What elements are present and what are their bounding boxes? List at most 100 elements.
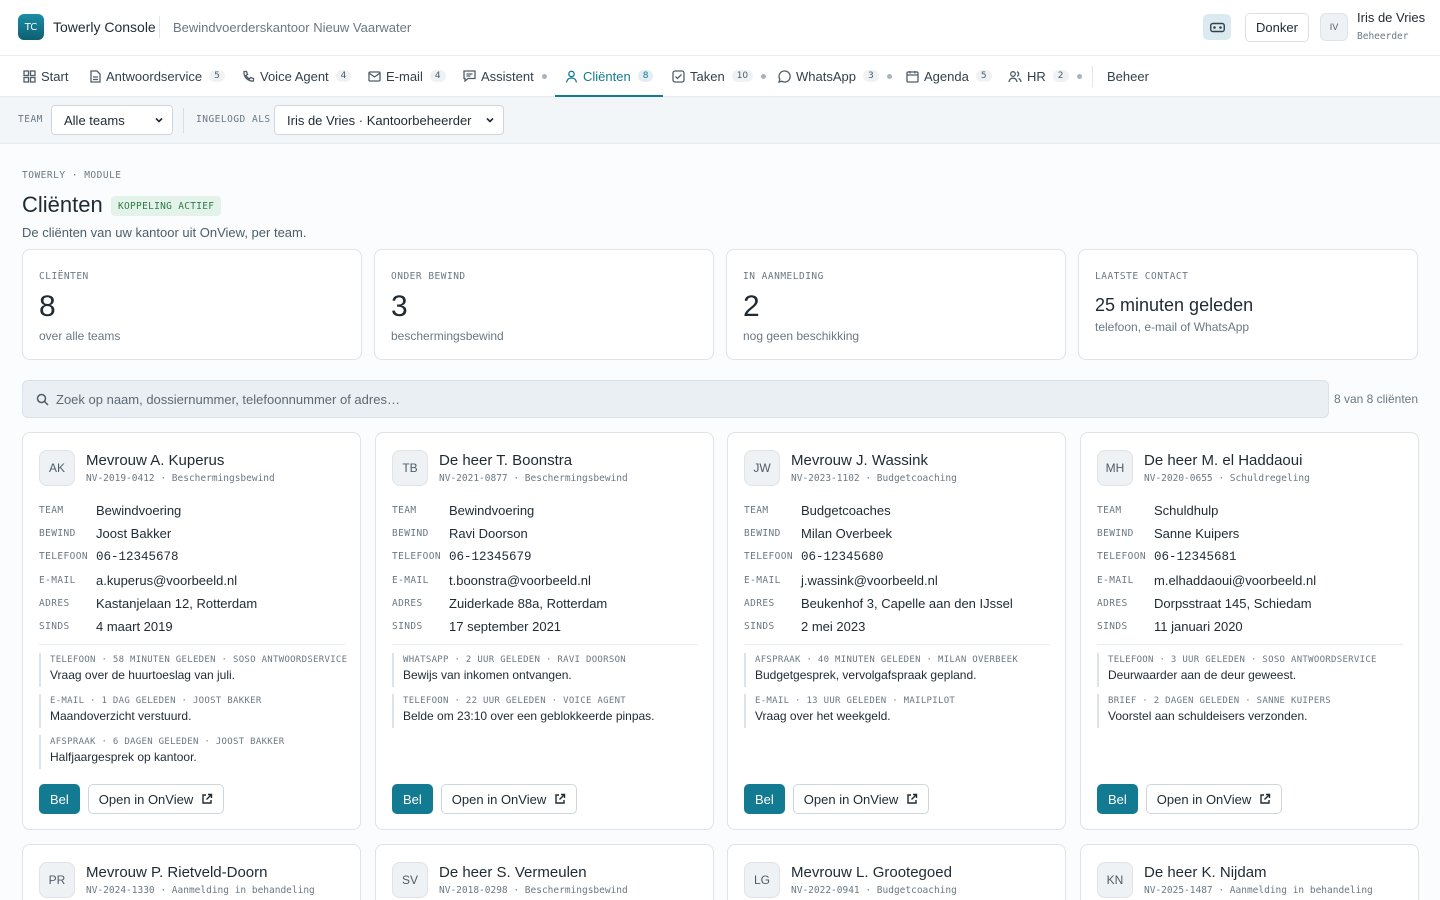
phone-icon [243, 70, 255, 82]
tab-email[interactable]: E-mail 4 [368, 56, 446, 96]
history-item: TELEFOON · 22 UUR GELEDEN · VOICE AGENT B… [392, 694, 698, 728]
team-select[interactable]: Alle teams [51, 105, 173, 135]
client-actions: Bel Open in OnView [392, 784, 578, 814]
count-badge: 4 [335, 70, 352, 82]
stat-note: nog geen beschikking [743, 329, 860, 343]
email-link[interactable]: m.elhaddaoui@voorbeeld.nl [1154, 573, 1316, 588]
client-name[interactable]: Mevrouw J. Wassink [791, 452, 928, 469]
tab-clienten[interactable]: Cliënten 8 [555, 56, 664, 97]
history-text: Belde om 23:10 over een geblokkeerde pin… [403, 709, 655, 723]
field-row: E-MAIL t.boonstra@voorbeeld.nl [392, 569, 698, 592]
client-name[interactable]: Mevrouw P. Rietveld-Doorn [86, 864, 267, 881]
client-fields: TEAM Budgetcoaches BEWIND Milan Overbeek T… [744, 499, 1050, 638]
tab-antwoordservice[interactable]: Antwoordservice 5 [90, 56, 225, 96]
external-link-icon [555, 793, 566, 804]
login-as-select[interactable]: Iris de Vries · Kantoorbeheerder [274, 105, 504, 135]
tab-beheer[interactable]: Beheer [1107, 56, 1149, 96]
stat-card-clienten: CLIËNTEN 8 over alle teams [22, 249, 362, 360]
vr-headset-icon [1209, 22, 1225, 32]
field-label: SINDS [744, 621, 775, 633]
field-row: SINDS 2 mei 2023 [744, 615, 1050, 638]
client-name[interactable]: De heer S. Vermeulen [439, 864, 587, 881]
phone-link[interactable]: 06-12345679 [449, 550, 532, 564]
open-in-onview-button[interactable]: Open in OnView [87, 784, 225, 814]
field-value: 2 mei 2023 [801, 619, 866, 635]
tab-start[interactable]: Start [23, 56, 68, 96]
history-meta: E-MAIL · 13 UUR GELEDEN · MAILPILOT [755, 696, 956, 706]
open-in-onview-button[interactable]: Open in OnView [1145, 784, 1283, 814]
field-row: TEAM Bewindvoering [39, 499, 345, 522]
tab-voice-agent[interactable]: Voice Agent 4 [242, 56, 352, 96]
external-link-icon [1260, 793, 1271, 804]
field-label: TEAM [1097, 505, 1122, 517]
tab-agenda[interactable]: Agenda 5 [906, 56, 992, 96]
call-button[interactable]: Bel [39, 784, 80, 814]
stat-label: IN AANMELDING [743, 271, 824, 282]
history-text: Maandoverzicht verstuurd. [50, 709, 192, 723]
history-item: BRIEF · 2 DAGEN GELEDEN · SANNE KUIPERS V… [1097, 694, 1403, 728]
field-value: Joost Bakker [96, 526, 172, 542]
field-row: E-MAIL m.elhaddaoui@voorbeeld.nl [1097, 569, 1403, 592]
field-value: Zuiderkade 88a, Rotterdam [449, 595, 608, 611]
status-dot [1076, 73, 1082, 79]
field-value: Bewindvoering [449, 503, 535, 519]
field-row: TEAM Bewindvoering [392, 499, 698, 522]
client-actions: Bel Open in OnView [1097, 784, 1283, 814]
client-name[interactable]: Mevrouw A. Kuperus [86, 452, 224, 469]
client-fields: TEAM Bewindvoering BEWIND Joost Bakker TEL… [39, 499, 345, 638]
tab-whatsapp[interactable]: WhatsApp 3 [778, 56, 892, 96]
field-value: Kastanjelaan 12, Rotterdam [96, 595, 258, 611]
client-name[interactable]: De heer T. Boonstra [439, 452, 572, 469]
call-button[interactable]: Bel [744, 784, 785, 814]
contact-history: AFSPRAAK · 40 MINUTEN GELEDEN · MILAN OV… [744, 653, 1050, 735]
app-logo[interactable]: TC [18, 14, 44, 40]
filter-bar: TEAM Alle teams INGELOGD ALS Iris de Vri… [0, 97, 1440, 144]
field-label: E-MAIL [1097, 574, 1134, 586]
field-row: E-MAIL a.kuperus@voorbeeld.nl [39, 569, 345, 592]
email-link[interactable]: t.boonstra@voorbeeld.nl [449, 573, 591, 588]
phone-link[interactable]: 06-12345681 [1154, 550, 1237, 564]
call-button[interactable]: Bel [392, 784, 433, 814]
stat-value: 2 [743, 290, 760, 323]
tab-hr[interactable]: HR 2 [1008, 56, 1082, 96]
open-in-onview-button[interactable]: Open in OnView [440, 784, 578, 814]
client-actions: Bel Open in OnView [39, 784, 225, 814]
call-button[interactable]: Bel [1097, 784, 1138, 814]
tab-taken[interactable]: Taken 10 [672, 56, 767, 96]
field-row: SINDS 17 september 2021 [392, 615, 698, 638]
field-label: SINDS [39, 621, 70, 633]
client-name[interactable]: De heer K. Nijdam [1144, 864, 1267, 881]
calendar-icon [906, 70, 919, 83]
user-name[interactable]: Iris de Vries [1357, 10, 1425, 25]
status-dot [541, 73, 547, 79]
stat-value: 25 minuten geleden [1095, 295, 1254, 315]
divider [744, 644, 1050, 645]
phone-link[interactable]: 06-12345678 [96, 550, 179, 564]
client-name[interactable]: Mevrouw L. Grootegoed [791, 864, 952, 881]
avatar: AK [39, 450, 75, 486]
theme-toggle-button[interactable]: Donker [1245, 13, 1309, 42]
field-label: TELEFOON [392, 551, 441, 563]
document-icon [90, 69, 101, 83]
open-in-onview-button[interactable]: Open in OnView [792, 784, 930, 814]
button-label: Open in OnView [98, 791, 194, 807]
vr-headset-button[interactable] [1203, 14, 1231, 40]
client-name[interactable]: De heer M. el Haddaoui [1144, 452, 1302, 469]
email-link[interactable]: j.wassink@voorbeeld.nl [801, 573, 938, 588]
field-label: ADRES [1097, 597, 1128, 609]
field-row: ADRES Dorpsstraat 145, Schiedam [1097, 592, 1403, 615]
history-meta: TELEFOON · 3 UUR GELEDEN · SOSO ANTWOORD… [1108, 655, 1377, 665]
contact-history: TELEFOON · 3 UUR GELEDEN · SOSO ANTWOORD… [1097, 653, 1403, 735]
avatar[interactable]: IV [1320, 13, 1348, 41]
phone-link[interactable]: 06-12345680 [801, 550, 884, 564]
client-card: KN De heer K. Nijdam NV-2025-1487 · Aanm… [1080, 844, 1419, 900]
tab-assistent[interactable]: Assistent [463, 56, 547, 96]
client-fields: TEAM Schuldhulp BEWIND Sanne Kuipers TELEF… [1097, 499, 1403, 638]
client-meta: NV-2025-1487 · Aanmelding in behandeling [1144, 885, 1373, 896]
tab-label: Start [41, 68, 69, 84]
field-label: E-MAIL [392, 574, 429, 586]
search-input[interactable] [56, 381, 1316, 417]
app-name[interactable]: Towerly Console [53, 19, 156, 35]
email-link[interactable]: a.kuperus@voorbeeld.nl [96, 573, 237, 588]
button-label: Open in OnView [803, 791, 899, 807]
